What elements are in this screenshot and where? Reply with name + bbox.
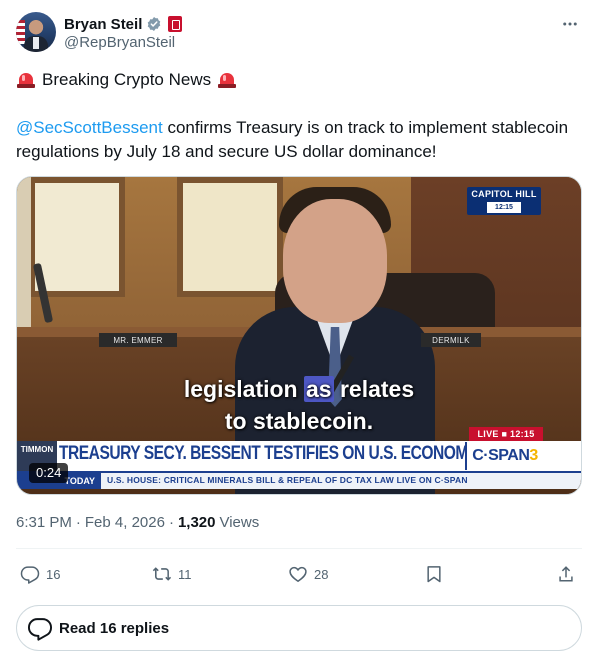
share-button[interactable] [556, 560, 576, 588]
government-badge-icon [168, 16, 183, 32]
location-badge: CAPITOL HILL 12:15 [467, 187, 541, 215]
avatar[interactable] [16, 12, 56, 52]
location-label: CAPITOL HILL [471, 189, 537, 199]
caption-highlight: as [303, 376, 334, 402]
divider [16, 548, 582, 549]
share-icon [559, 566, 573, 582]
siren-icon [217, 71, 237, 89]
caption-word-1: legislation [183, 376, 298, 402]
nameplate-right: DERMILK [421, 333, 481, 347]
siren-icon [16, 71, 36, 89]
like-icon [289, 566, 307, 583]
post-time[interactable]: 6:31 PM [16, 514, 72, 531]
reply-icon [20, 566, 40, 584]
nameplate-left: MR. EMMER [99, 333, 177, 347]
location-time: 12:15 [487, 202, 521, 213]
bookmark-button[interactable] [424, 560, 444, 588]
repost-icon [152, 567, 172, 581]
name-row: Bryan Steil [64, 14, 183, 34]
repost-count: 11 [178, 566, 192, 582]
separator-dot: · [75, 514, 81, 531]
post-meta: 6:31 PM · Feb 4, 2026 · 1,320 Views [16, 514, 259, 531]
display-name[interactable]: Bryan Steil [64, 16, 142, 33]
mention-link[interactable]: @SecScottBessent [16, 118, 163, 137]
reply-button[interactable]: 16 [20, 560, 60, 588]
replies-bubble-icon [27, 618, 53, 641]
read-replies-label: Read 16 replies [59, 619, 170, 637]
video-timer: 0:24 [29, 463, 69, 483]
headline-text: Breaking Crypto News [42, 70, 212, 89]
post-headline: Breaking Crypto News [16, 68, 237, 92]
lower-third: TIMMON TREASURY SECY. BESSENT TESTIFIES … [17, 441, 581, 471]
news-ticker: TODAY U.S. HOUSE: CRITICAL MINERALS BILL… [17, 471, 581, 489]
network-number: 3 [529, 447, 538, 464]
verified-icon [148, 17, 161, 31]
handle[interactable]: @RepBryanSteil [64, 34, 175, 51]
post-date[interactable]: Feb 4, 2026 [85, 514, 165, 531]
more-icon[interactable] [558, 12, 582, 36]
caption-word-3: relates [339, 376, 415, 402]
views-count: 1,320 [177, 514, 216, 531]
read-replies-button[interactable]: Read 16 replies [16, 605, 582, 651]
flag-graphic [16, 20, 25, 44]
post-body: @SecScottBessent confirms Treasury is on… [16, 116, 576, 164]
like-count: 28 [314, 566, 329, 582]
views-label: Views [219, 514, 260, 531]
network-logo: C·SPAN 3 [465, 442, 543, 470]
separator-dot: · [168, 514, 174, 531]
bookmark-icon [427, 566, 441, 583]
reply-count: 16 [46, 566, 61, 582]
post-header: Bryan Steil @RepBryanSteil [16, 12, 582, 54]
ticker-text: U.S. HOUSE: CRITICAL MINERALS BILL & REP… [107, 475, 468, 485]
network-name: C·SPAN [472, 447, 530, 464]
like-button[interactable]: 28 [288, 560, 328, 588]
live-indicator: LIVE ■ 12:15 [469, 427, 543, 441]
action-bar: 16 11 28 [16, 560, 582, 588]
video-player[interactable]: MR. EMMER DERMILK CAPITOL HILL 12:15 leg… [16, 176, 582, 495]
repost-button[interactable]: 11 [152, 560, 192, 588]
lower-third-title: TREASURY SECY. BESSENT TESTIFIES ON U.S.… [59, 443, 478, 464]
avatar-shirt [33, 37, 39, 49]
